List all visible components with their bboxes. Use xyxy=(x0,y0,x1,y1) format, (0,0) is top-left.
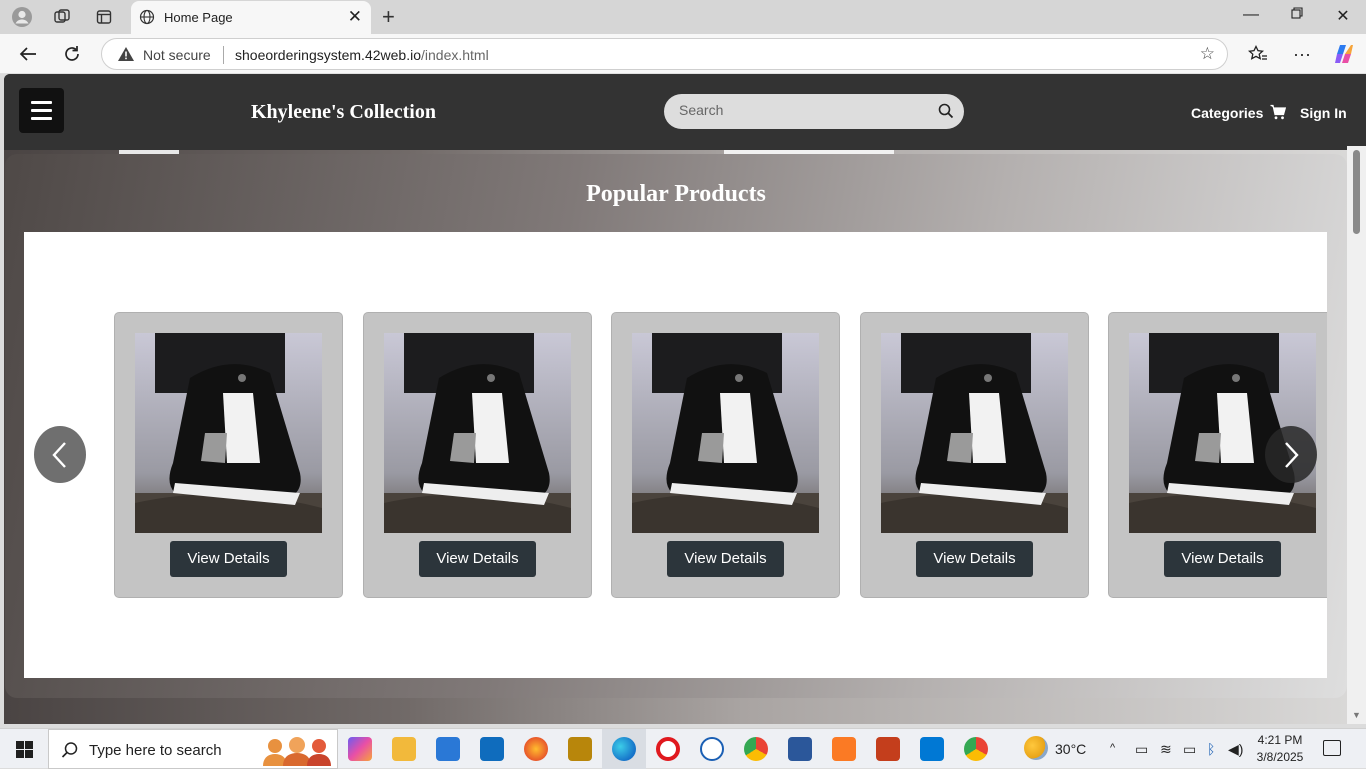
back-icon[interactable] xyxy=(15,42,41,66)
browser-tab-bar: Home Page ✕ + — ✕ xyxy=(0,0,1366,34)
nav-categories-link[interactable]: Categories xyxy=(1191,105,1263,121)
product-card: View Details xyxy=(611,312,840,598)
chevron-left-icon xyxy=(52,441,66,468)
product-card: View Details xyxy=(860,312,1089,598)
camera-icon[interactable]: ▭ xyxy=(1135,741,1148,758)
search-input[interactable] xyxy=(679,102,919,118)
clock-date: 3/8/2025 xyxy=(1256,750,1304,764)
edge-browser-icon[interactable] xyxy=(612,737,636,761)
people-illustration-icon xyxy=(263,737,331,766)
chrome-icon[interactable] xyxy=(744,737,768,761)
network-icon[interactable]: ≋ xyxy=(1160,741,1172,758)
firefox-icon[interactable] xyxy=(524,737,548,761)
minimize-icon[interactable]: — xyxy=(1239,6,1263,24)
section-title: Popular Products xyxy=(586,181,766,207)
menu-bar xyxy=(31,117,52,120)
product-image[interactable] xyxy=(632,333,819,533)
view-details-button[interactable]: View Details xyxy=(1164,541,1281,577)
weather-icon[interactable] xyxy=(1024,736,1048,760)
cart-icon[interactable] xyxy=(1270,104,1286,120)
opera-icon[interactable] xyxy=(656,737,680,761)
product-image[interactable] xyxy=(881,333,1068,533)
view-details-button[interactable]: View Details xyxy=(170,541,287,577)
search-icon[interactable] xyxy=(938,103,954,119)
windows-taskbar: Type here to search 30°C ^ ▭ ≋ ▭ ᛒ ◀) 4:… xyxy=(0,728,1366,769)
nav-sign-in-link[interactable]: Sign In xyxy=(1300,105,1347,121)
favorites-icon[interactable] xyxy=(1245,42,1271,66)
battery-icon[interactable]: ▭ xyxy=(1183,741,1196,758)
tab-home-page[interactable]: Home Page ✕ xyxy=(131,1,371,34)
app-icon[interactable] xyxy=(700,737,724,761)
url-domain: shoeorderingsystem.42web.io xyxy=(235,47,421,63)
product-carousel: View Details View Details View Details V… xyxy=(24,232,1327,678)
site-header: Khyleene's Collection Categories Sign In xyxy=(4,74,1347,150)
notifications-icon[interactable] xyxy=(1323,740,1341,756)
clock-time: 4:21 PM xyxy=(1257,733,1303,747)
url-text[interactable]: shoeorderingsystem.42web.io/index.html xyxy=(235,47,489,63)
windows-start-icon[interactable] xyxy=(16,741,33,758)
refresh-icon[interactable] xyxy=(59,42,85,66)
url-separator xyxy=(223,46,224,64)
product-card: View Details xyxy=(363,312,592,598)
powerpoint-icon[interactable] xyxy=(876,737,900,761)
chevron-up-icon[interactable]: ^ xyxy=(1110,742,1115,754)
weather-temperature[interactable]: 30°C xyxy=(1055,741,1086,757)
close-window-icon[interactable]: ✕ xyxy=(1331,6,1355,26)
view-details-button[interactable]: View Details xyxy=(667,541,784,577)
chrome-profile-icon[interactable] xyxy=(964,737,988,761)
taskbar-search-placeholder: Type here to search xyxy=(89,742,222,759)
product-image[interactable] xyxy=(384,333,571,533)
taskbar-search[interactable]: Type here to search xyxy=(48,729,338,769)
menu-bar xyxy=(31,109,52,112)
microsoft-store-icon[interactable] xyxy=(436,737,460,761)
favorite-star-icon[interactable]: ☆ xyxy=(1200,44,1215,64)
view-details-button[interactable]: View Details xyxy=(419,541,536,577)
profile-icon[interactable] xyxy=(10,5,34,29)
site-brand[interactable]: Khyleene's Collection xyxy=(251,101,436,124)
page-viewport: Khyleene's Collection Categories Sign In… xyxy=(4,74,1366,724)
restore-icon[interactable] xyxy=(1285,6,1309,24)
address-bar-row: Not secure shoeorderingsystem.42web.io/i… xyxy=(0,34,1366,74)
warning-icon[interactable] xyxy=(117,46,135,62)
url-field[interactable]: Not secure shoeorderingsystem.42web.io/i… xyxy=(101,38,1228,70)
search-icon xyxy=(61,742,78,758)
hamburger-menu-button[interactable] xyxy=(19,88,64,133)
scrollbar-thumb[interactable] xyxy=(1353,150,1360,234)
view-details-button[interactable]: View Details xyxy=(916,541,1033,577)
copilot-app-icon[interactable] xyxy=(348,737,372,761)
copilot-icon[interactable] xyxy=(1331,42,1357,66)
tab-title: Home Page xyxy=(164,10,233,25)
bluetooth-icon[interactable]: ᛒ xyxy=(1207,741,1215,757)
more-options-icon[interactable]: ··· xyxy=(1289,42,1315,66)
url-path: /index.html xyxy=(421,47,489,63)
site-search xyxy=(664,94,964,129)
menu-bar xyxy=(31,101,52,104)
page-scrollbar[interactable]: ▼ xyxy=(1347,146,1366,724)
vertical-tabs-icon[interactable] xyxy=(92,5,116,29)
volume-icon[interactable]: ◀) xyxy=(1228,741,1243,758)
close-tab-icon[interactable]: ✕ xyxy=(348,7,362,27)
file-explorer-icon[interactable] xyxy=(392,737,416,761)
new-tab-icon[interactable]: + xyxy=(382,4,395,30)
app-icon[interactable] xyxy=(568,737,592,761)
scroll-down-icon[interactable]: ▼ xyxy=(1352,710,1361,720)
product-image[interactable] xyxy=(135,333,322,533)
outlook-icon[interactable] xyxy=(480,737,504,761)
word-icon[interactable] xyxy=(788,737,812,761)
not-secure-label[interactable]: Not secure xyxy=(143,47,211,63)
xampp-icon[interactable] xyxy=(832,737,856,761)
vscode-icon[interactable] xyxy=(920,737,944,761)
workspaces-icon[interactable] xyxy=(50,5,74,29)
carousel-prev-button[interactable] xyxy=(34,426,86,483)
taskbar-clock[interactable]: 4:21 PM 3/8/2025 xyxy=(1255,732,1305,766)
popular-products-section: Popular Products View Details View Detai… xyxy=(5,154,1347,698)
chevron-right-icon xyxy=(1285,441,1299,468)
product-card: View Details xyxy=(114,312,343,598)
carousel-next-button[interactable] xyxy=(1265,426,1317,483)
globe-icon xyxy=(139,9,155,25)
